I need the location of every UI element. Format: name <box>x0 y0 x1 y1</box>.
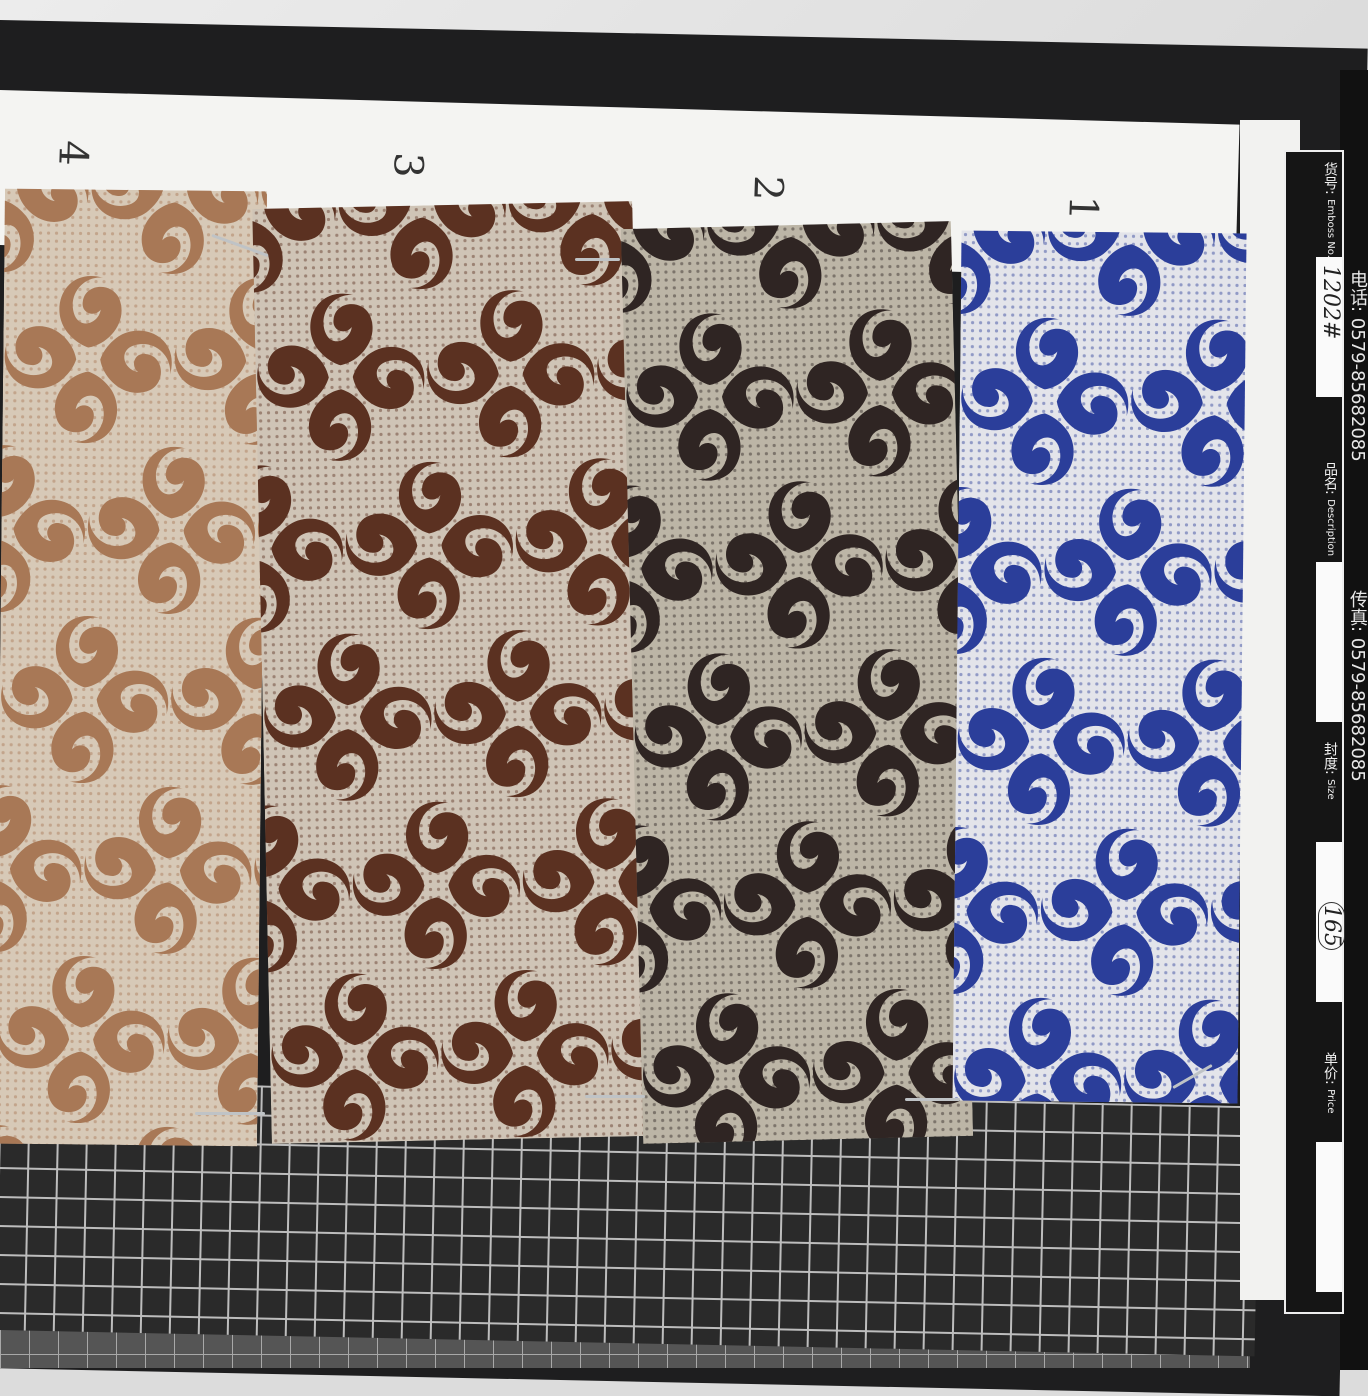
label-key-en: Size <box>1325 779 1336 800</box>
staple <box>195 1112 265 1115</box>
sample-number-4: 4 <box>49 139 96 166</box>
label-value-box: 165 <box>1316 842 1342 1002</box>
swatch-3-pattern <box>252 201 651 1144</box>
label-key: 单价: Price <box>1288 1052 1340 1114</box>
swatch-2-pattern <box>621 221 973 1144</box>
fabric-swatch-1 <box>952 231 1246 1104</box>
label-key-en: Emboss No. <box>1325 199 1336 258</box>
swatch-4-pattern <box>0 189 267 1147</box>
size-value: 165 <box>1318 902 1345 950</box>
label-key-en: Price <box>1325 1089 1336 1113</box>
label-key-cn: 品名: <box>1322 462 1338 495</box>
label-row-size: 封度: Size 165 <box>1286 742 1342 1042</box>
swatch-1-pattern <box>952 231 1246 1104</box>
label-key-cn: 单价: <box>1322 1052 1338 1085</box>
label-value-box <box>1316 562 1342 722</box>
fabric-swatch-2 <box>621 221 973 1144</box>
label-value-box <box>1316 1142 1342 1292</box>
fabric-swatch-3 <box>252 201 651 1144</box>
sample-number-1: 1 <box>1059 194 1106 221</box>
label-key-en: Description <box>1325 499 1336 556</box>
label-row-description: 品名: Description <box>1286 462 1342 632</box>
label-row-emboss-no: 货号: Emboss No. 1202# <box>1286 162 1342 402</box>
label-key-cn: 封度: <box>1322 742 1338 775</box>
label-value-box: 1202# <box>1316 257 1342 397</box>
sample-number-2: 2 <box>744 174 791 201</box>
sample-number-3: 3 <box>384 151 431 178</box>
emboss-no-value: 1202# <box>1318 265 1343 339</box>
staple <box>905 1098 960 1101</box>
label-key: 品名: Description <box>1288 462 1340 556</box>
label-key: 货号: Emboss No. <box>1288 162 1340 258</box>
label-row-price: 单价: Price <box>1286 1052 1342 1302</box>
staple <box>585 1095 645 1098</box>
contact-phone: 电话: 0579-85682085 <box>1344 270 1368 462</box>
fabric-swatch-4 <box>0 189 267 1147</box>
label-card: 货号: Emboss No. 1202# 品名: Description 封度:… <box>1284 150 1344 1314</box>
staple <box>575 258 620 261</box>
label-key: 封度: Size <box>1288 742 1340 800</box>
contact-fax: 传真: 0579-85682085 <box>1344 590 1368 782</box>
label-key-cn: 货号: <box>1322 162 1338 195</box>
